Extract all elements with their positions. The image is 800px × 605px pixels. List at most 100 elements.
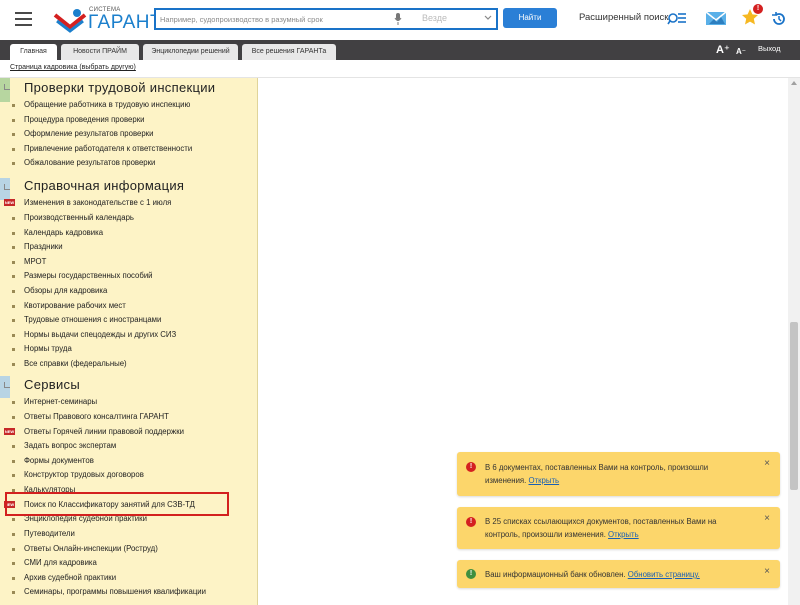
list-item[interactable]: Задать вопрос экспертам bbox=[24, 441, 116, 450]
new-badge: NEW bbox=[4, 199, 15, 206]
bullet-icon bbox=[12, 261, 15, 264]
exit-button[interactable]: Выход bbox=[758, 44, 780, 53]
bullet-icon bbox=[12, 246, 15, 249]
bullet-icon bbox=[12, 474, 15, 477]
alert-icon: ! bbox=[466, 462, 476, 472]
list-item[interactable]: Процедура проведения проверки bbox=[24, 115, 144, 124]
notification-message: В 25 списках ссылающихся документов, пос… bbox=[485, 517, 717, 539]
close-icon[interactable]: × bbox=[764, 458, 770, 469]
list-item[interactable]: Привлечение работодателя к ответственнос… bbox=[24, 144, 192, 153]
bullet-icon bbox=[12, 591, 15, 594]
list-item[interactable]: Производственный календарь bbox=[24, 213, 134, 222]
section-title-services[interactable]: Сервисы bbox=[24, 377, 80, 392]
bullet-icon bbox=[12, 518, 15, 521]
list-item[interactable]: Нормы труда bbox=[24, 344, 72, 353]
list-item[interactable]: Оформление результатов проверки bbox=[24, 129, 153, 138]
list-item[interactable]: Интернет-семинары bbox=[24, 397, 97, 406]
tab-all-solutions[interactable]: Все решения ГАРАНТа bbox=[242, 44, 336, 60]
list-item[interactable]: Квотирование рабочих мест bbox=[24, 301, 126, 310]
list-item[interactable]: Ответы Онлайн-инспекции (Роструд) bbox=[24, 544, 158, 553]
page-selector-bar: Страница кадровика (выбрать другую) bbox=[0, 60, 800, 78]
collapse-icon[interactable] bbox=[4, 184, 10, 190]
microphone-icon[interactable] bbox=[394, 13, 402, 25]
tab-prime-news[interactable]: Новости ПРАЙМ bbox=[61, 44, 139, 60]
collapse-icon[interactable] bbox=[4, 382, 10, 388]
bullet-icon bbox=[12, 119, 15, 122]
find-button[interactable]: Найти bbox=[503, 8, 557, 28]
section-color-strip bbox=[0, 78, 10, 102]
list-item[interactable]: Архив судебной практики bbox=[24, 573, 116, 582]
bullet-icon bbox=[12, 401, 15, 404]
bullet-icon bbox=[12, 363, 15, 366]
bullet-icon bbox=[12, 460, 15, 463]
history-icon[interactable] bbox=[771, 11, 787, 27]
bullet-icon bbox=[12, 148, 15, 151]
page-selector-link[interactable]: Страница кадровика (выбрать другую) bbox=[10, 64, 136, 71]
font-increase-button[interactable]: A⁺ bbox=[716, 43, 730, 56]
tab-main[interactable]: Главная bbox=[10, 44, 57, 60]
list-item[interactable]: Формы документов bbox=[24, 456, 94, 465]
notification-ref-lists: ! В 25 списках ссылающихся документов, п… bbox=[457, 507, 780, 549]
garant-logo[interactable]: СИСТЕМА ГАРАНТ bbox=[53, 5, 162, 35]
search-scope-select[interactable]: Везде bbox=[418, 11, 496, 27]
left-panel: Проверки трудовой инспекции Обращение ра… bbox=[0, 78, 258, 605]
scroll-up-arrow-icon[interactable] bbox=[791, 81, 797, 85]
notification-text: В 6 документах, поставленных Вами на кон… bbox=[485, 461, 745, 487]
list-item[interactable]: Ответы Горячей линии правовой поддержки bbox=[24, 427, 184, 436]
refresh-page-link[interactable]: Обновить страницу. bbox=[628, 570, 700, 579]
list-item[interactable]: Размеры государственных пособий bbox=[24, 271, 153, 280]
bullet-icon bbox=[12, 577, 15, 580]
list-item[interactable]: СМИ для кадровика bbox=[24, 558, 97, 567]
section-title-reference[interactable]: Справочная информация bbox=[24, 178, 184, 193]
favorites-badge: ! bbox=[753, 4, 763, 14]
list-item[interactable]: Конструктор трудовых договоров bbox=[24, 470, 144, 479]
close-icon[interactable]: × bbox=[764, 566, 770, 577]
bullet-icon bbox=[12, 305, 15, 308]
notification-open-link[interactable]: Открыть bbox=[608, 530, 639, 539]
notification-text: В 25 списках ссылающихся документов, пос… bbox=[485, 515, 745, 541]
font-decrease-button[interactable]: A⁻ bbox=[736, 47, 746, 56]
list-item[interactable]: Обжалование результатов проверки bbox=[24, 158, 155, 167]
bullet-icon bbox=[12, 533, 15, 536]
tab-solutions-encyclopedia[interactable]: Энциклопедии решений bbox=[143, 44, 238, 60]
list-item[interactable]: Семинары, программы повышения квалификац… bbox=[24, 587, 206, 596]
advanced-search-link[interactable]: Расширенный поиск bbox=[579, 12, 668, 23]
bullet-icon bbox=[12, 416, 15, 419]
search-input[interactable] bbox=[158, 10, 388, 28]
notification-open-link[interactable]: Открыть bbox=[529, 476, 560, 485]
list-item[interactable]: Обзоры для кадровика bbox=[24, 286, 107, 295]
chevron-down-icon bbox=[484, 15, 492, 20]
notification-bank-updated: ! Ваш информационный банк обновлен. Обно… bbox=[457, 560, 780, 588]
menu-icon[interactable] bbox=[15, 12, 32, 26]
bullet-icon bbox=[12, 319, 15, 322]
list-item[interactable]: Изменения в законодательстве с 1 июля bbox=[24, 198, 171, 207]
list-item[interactable]: МРОТ bbox=[24, 257, 46, 266]
mail-icon[interactable] bbox=[705, 10, 727, 26]
list-item[interactable]: Праздники bbox=[24, 242, 63, 251]
bullet-icon bbox=[12, 104, 15, 107]
list-item[interactable]: Ответы Правового консалтинга ГАРАНТ bbox=[24, 412, 169, 421]
list-item[interactable]: Нормы выдачи спецодежды и других СИЗ bbox=[24, 330, 176, 339]
bullet-icon bbox=[12, 232, 15, 235]
list-item[interactable]: Все справки (федеральные) bbox=[24, 359, 127, 368]
list-item[interactable]: Календарь кадровика bbox=[24, 228, 103, 237]
collapse-icon[interactable] bbox=[4, 84, 10, 90]
advanced-search-icon[interactable] bbox=[667, 10, 687, 26]
notification-message: В 6 документах, поставленных Вами на кон… bbox=[485, 463, 709, 485]
section-title-inspections[interactable]: Проверки трудовой инспекции bbox=[24, 80, 215, 95]
notification-controlled-docs: ! В 6 документах, поставленных Вами на к… bbox=[457, 452, 780, 496]
bullet-icon bbox=[12, 562, 15, 565]
info-icon: ! bbox=[466, 569, 476, 579]
list-item[interactable]: Обращение работника в трудовую инспекцию bbox=[24, 100, 190, 109]
highlight-frame bbox=[5, 492, 229, 516]
bullet-icon bbox=[12, 290, 15, 293]
close-icon[interactable]: × bbox=[764, 513, 770, 524]
search-scope-value: Везде bbox=[422, 13, 447, 23]
scrollbar-thumb[interactable] bbox=[790, 322, 798, 490]
top-bar: СИСТЕМА ГАРАНТ Везде Найти Расширенный п… bbox=[0, 0, 800, 40]
list-item[interactable]: Путеводители bbox=[24, 529, 75, 538]
tab-bar: Главная Новости ПРАЙМ Энциклопедии решен… bbox=[0, 40, 800, 60]
list-item[interactable]: Трудовые отношения с иностранцами bbox=[24, 315, 161, 324]
search-box: Везде bbox=[154, 8, 498, 30]
bullet-icon bbox=[12, 133, 15, 136]
